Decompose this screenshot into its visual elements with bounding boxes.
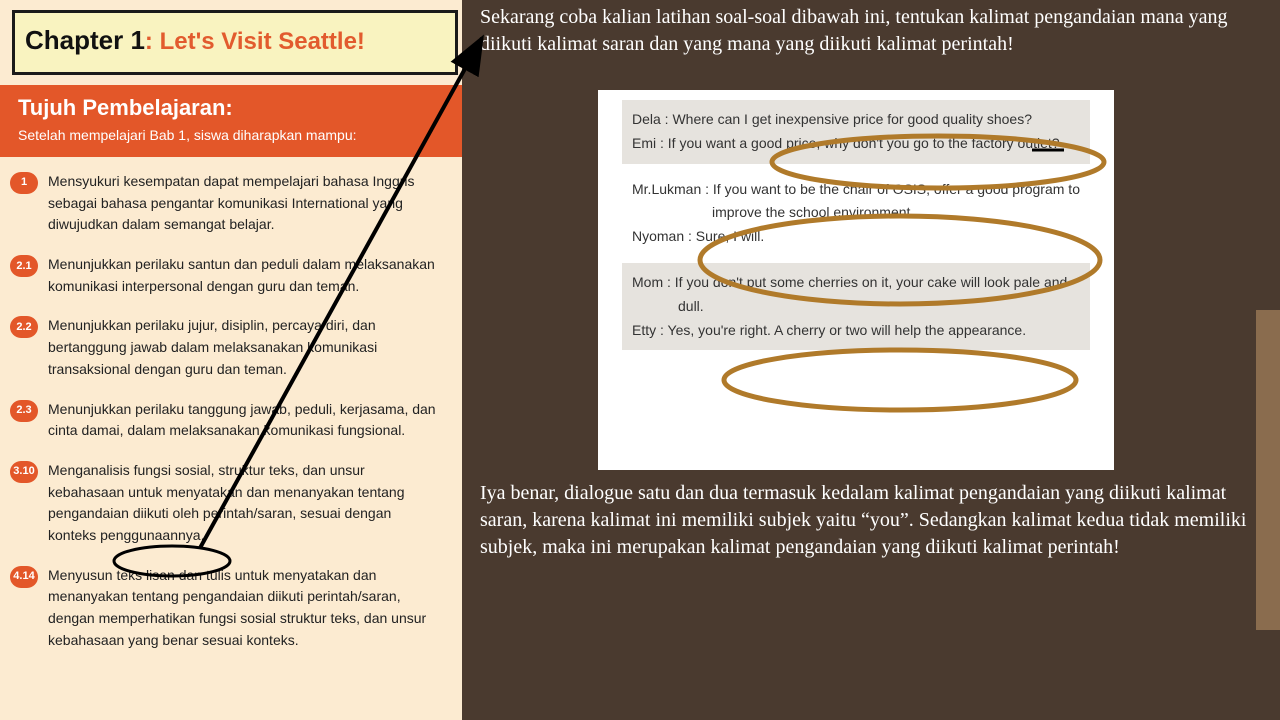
item-number: 2.2 (10, 316, 38, 338)
list-item: 1 Mensyukuri kesempatan dapat mempelajar… (10, 171, 442, 236)
item-text: Menunjukkan perilaku santun dan peduli d… (48, 254, 442, 297)
dialogue-block-2: Mr.Lukman : If you want to be the chair … (622, 174, 1090, 253)
dialogue-line: Dela : Where can I get inexpensive price… (632, 108, 1080, 132)
chapter-title-box: Chapter 1: Let's Visit Seattle! (12, 10, 458, 75)
objectives-heading: Tujuh Pembelajaran: (18, 95, 444, 121)
dialogue-block-3: Mom : If you don't put some cherries on … (622, 263, 1090, 350)
item-text: Menyusun teks lisan dan tulis untuk meny… (48, 565, 442, 652)
intro-paragraph: Sekarang coba kalian latihan soal-soal d… (480, 4, 1270, 58)
item-text: Menunjukkan perilaku tanggung jawab, ped… (48, 399, 442, 442)
item-text: Mensyukuri kesempatan dapat mempelajari … (48, 171, 442, 236)
item-text: Menganalisis fungsi sosial, struktur tek… (48, 460, 442, 547)
item-number: 4.14 (10, 566, 38, 588)
dialogue-panel: Dela : Where can I get inexpensive price… (598, 90, 1114, 470)
conclusion-paragraph: Iya benar, dialogue satu dan dua termasu… (480, 480, 1276, 561)
list-item: 2.3 Menunjukkan perilaku tanggung jawab,… (10, 399, 442, 442)
chapter-subtitle: : Let's Visit Seattle! (145, 28, 365, 55)
item-text: Menunjukkan perilaku jujur, disiplin, pe… (48, 315, 442, 380)
dialogue-line: Nyoman : Sure, I will. (632, 225, 1080, 249)
list-item: 2.1 Menunjukkan perilaku santun dan pedu… (10, 254, 442, 297)
dialogue-block-1: Dela : Where can I get inexpensive price… (622, 100, 1090, 164)
list-item: 3.10 Menganalisis fungsi sosial, struktu… (10, 460, 442, 547)
item-number: 2.1 (10, 255, 38, 277)
objectives-list: 1 Mensyukuri kesempatan dapat mempelajar… (0, 157, 462, 651)
accent-bar (1256, 310, 1280, 630)
dialogue-line: Mr.Lukman : If you want to be the chair … (632, 178, 1080, 226)
dialogue-line: Etty : Yes, you're right. A cherry or tw… (632, 319, 1080, 343)
dialogue-line: Emi : If you want a good price, why don'… (632, 132, 1080, 156)
list-item: 2.2 Menunjukkan perilaku jujur, disiplin… (10, 315, 442, 380)
chapter-label: Chapter 1 (25, 25, 145, 55)
item-number: 3.10 (10, 461, 38, 483)
item-number: 2.3 (10, 400, 38, 422)
item-number: 1 (10, 172, 38, 194)
objectives-header: Tujuh Pembelajaran: Setelah mempelajari … (0, 85, 462, 157)
textbook-page: Chapter 1: Let's Visit Seattle! Tujuh Pe… (0, 0, 462, 720)
dialogue-line: Mom : If you don't put some cherries on … (632, 271, 1080, 319)
objectives-subheading: Setelah mempelajari Bab 1, siswa diharap… (18, 127, 444, 143)
list-item: 4.14 Menyusun teks lisan dan tulis untuk… (10, 565, 442, 652)
